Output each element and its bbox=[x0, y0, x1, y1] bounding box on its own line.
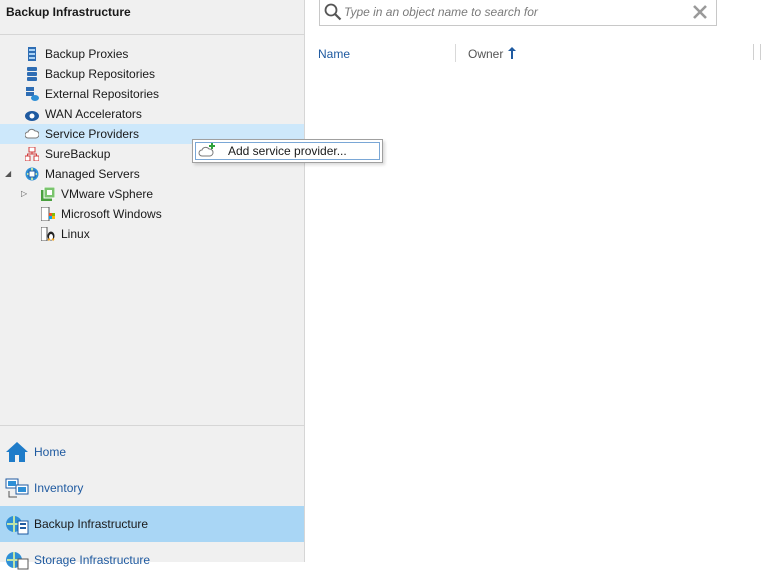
panel-title: Backup Infrastructure bbox=[6, 5, 131, 19]
cloud-icon bbox=[25, 128, 39, 139]
managed-servers-icon bbox=[25, 167, 39, 181]
tree-item-backup-repositories[interactable]: Backup Repositories bbox=[0, 64, 304, 84]
menu-item-label: Add service provider... bbox=[228, 144, 347, 158]
inventory-icon bbox=[5, 478, 29, 498]
tree-item-label: SureBackup bbox=[45, 147, 111, 161]
vmware-icon bbox=[41, 187, 55, 201]
tree-item-vmware-vsphere[interactable]: ▷ VMware vSphere bbox=[0, 184, 304, 204]
context-menu: Add service provider... bbox=[192, 139, 383, 163]
external-repository-icon bbox=[26, 87, 39, 101]
column-header-owner[interactable]: Owner bbox=[468, 45, 516, 63]
left-panel: Backup Infrastructure Backup Proxies Bac… bbox=[0, 0, 305, 570]
tree-item-label: External Repositories bbox=[45, 87, 160, 101]
backup-infrastructure-icon bbox=[6, 516, 29, 535]
tree-item-backup-proxies[interactable]: Backup Proxies bbox=[0, 44, 304, 64]
nav-label: Backup Infrastructure bbox=[34, 517, 149, 531]
tree-item-microsoft-windows[interactable]: Microsoft Windows bbox=[0, 204, 304, 224]
proxy-icon bbox=[28, 47, 36, 61]
tree-item-label: Service Providers bbox=[45, 127, 140, 141]
nav-backup-infrastructure[interactable]: Backup Infrastructure bbox=[0, 506, 304, 542]
column-separator[interactable] bbox=[455, 44, 456, 62]
tree-item-label: Microsoft Windows bbox=[61, 207, 162, 221]
divider bbox=[0, 425, 304, 426]
nav-inventory[interactable]: Inventory bbox=[0, 470, 304, 506]
menu-item-add-service-provider[interactable]: Add service provider... bbox=[195, 142, 380, 160]
search-icon bbox=[324, 3, 342, 21]
wan-accelerator-icon bbox=[25, 111, 39, 121]
clear-search-icon[interactable] bbox=[692, 4, 708, 20]
tree-item-label: WAN Accelerators bbox=[45, 107, 142, 121]
nav-label: Storage Infrastructure bbox=[34, 553, 151, 567]
tree-item-managed-servers[interactable]: ◢ Managed Servers bbox=[0, 164, 304, 184]
tree-item-label: Linux bbox=[61, 227, 90, 241]
column-chooser-handle[interactable] bbox=[753, 44, 761, 60]
nav-storage-infrastructure[interactable]: Storage Infrastructure bbox=[0, 542, 304, 578]
linux-icon bbox=[41, 227, 55, 241]
add-cloud-icon bbox=[198, 143, 215, 157]
search-box bbox=[319, 0, 717, 26]
search-input[interactable] bbox=[344, 3, 684, 21]
tree-item-label: Backup Repositories bbox=[45, 67, 156, 81]
tree-item-label: Backup Proxies bbox=[45, 47, 129, 61]
storage-infrastructure-icon bbox=[6, 552, 29, 570]
tree-item-label: VMware vSphere bbox=[61, 187, 154, 201]
nav-home[interactable]: Home bbox=[0, 434, 304, 470]
tree-item-wan-accelerators[interactable]: WAN Accelerators bbox=[0, 104, 304, 124]
sort-ascending-icon bbox=[507, 47, 516, 59]
repository-icon bbox=[27, 67, 37, 81]
surebackup-icon bbox=[25, 147, 39, 161]
tree-item-label: Managed Servers bbox=[45, 167, 140, 181]
divider bbox=[0, 34, 304, 35]
column-header-label: Owner bbox=[468, 47, 504, 61]
windows-server-icon bbox=[41, 207, 55, 221]
home-icon bbox=[6, 442, 28, 462]
expand-triangle-icon[interactable]: ▷ bbox=[21, 184, 27, 204]
tree-item-linux[interactable]: Linux bbox=[0, 224, 304, 244]
tree-item-external-repositories[interactable]: External Repositories bbox=[0, 84, 304, 104]
nav-label: Home bbox=[34, 445, 67, 459]
collapse-triangle-icon[interactable]: ◢ bbox=[5, 164, 11, 184]
column-header-name[interactable]: Name bbox=[318, 45, 350, 63]
nav-label: Inventory bbox=[34, 481, 84, 495]
